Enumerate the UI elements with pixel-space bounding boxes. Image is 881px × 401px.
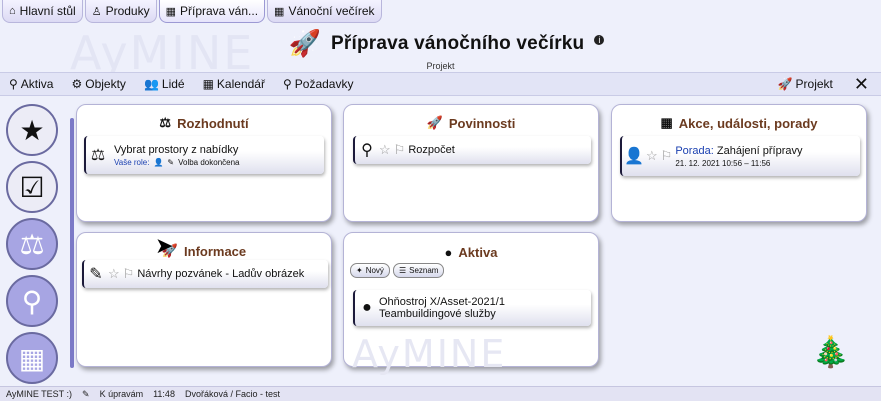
mouse-cursor-icon: ➤ [155,233,174,258]
pencil-icon: ✎ [82,388,90,399]
left-rail: ★ ☑ ⚖ ⚲ ▦ [6,104,58,389]
event-time: 21. 12. 2021 10:56 – 11:56 [675,158,771,168]
rocket-icon: 🚀 [777,77,793,91]
person-icon: 👤 [153,157,164,167]
card-duties: 🚀 Povinnosti ⚲ ☆ ⚐ Rozpočet [343,104,599,222]
rocket-icon: 🚀 [288,28,321,58]
flag-icon[interactable]: ⚐ [661,148,673,164]
bomb-icon: ● [362,299,372,316]
gavel-icon: ⚖ [90,147,106,164]
products-icon: ♙ [91,5,102,18]
card-events: ▦ Akce, události, porady 👤 ☆ ⚐ Porada: Za… [611,104,867,222]
menu-bar: ⚲ Aktiva ⚙ Objekty 👥 Lidé ▦ Kalendář ⚲ Požada… [0,72,881,96]
tab-bar: ⌂ Hlavní stůl ♙ Produky ▦ Příprava ván... ▦… [0,0,382,24]
list-icon: ☰ [398,266,407,275]
card-decisions: ⚖ Rozhodnutí ⚖ Vybrat prostory z nabídky … [76,104,332,222]
menu-item-objekty[interactable]: ⚙ Objekty [62,77,134,91]
people-icon: 👥 [143,77,159,91]
watermark-logo: AyMINE [352,332,507,376]
item-title: Ohňostroj X/Asset-2021/1 [379,296,505,308]
project-icon: ▦ [165,5,176,18]
calendar-icon[interactable]: ▦ [6,332,58,384]
menu-item-kalendar[interactable]: ▦ Kalendář [194,77,274,91]
scrollbar[interactable] [70,118,74,368]
tab-home[interactable]: ⌂ Hlavní stůl [2,0,83,23]
status-bar: AyMINE TEST :) ✎ K úpravám 11:48 Dvořáko… [0,386,881,401]
star-icon[interactable]: ☆ [108,266,120,282]
card-title: Rozhodnutí [177,115,249,131]
list-button[interactable]: ☰ Seznam [392,263,445,278]
item-title: Návrhy pozvánek - Ladův obrázek [137,268,305,280]
edit-icon: ✎ [167,157,175,167]
tab-products[interactable]: ♙ Produky [84,0,157,23]
info-icon[interactable]: i [594,34,605,45]
item-subtitle: Teambuildingové služby [379,308,496,320]
bomb-icon: ● [444,245,453,260]
star-icon[interactable]: ☆ [646,148,658,164]
christmas-decoration-icon: 🎄 [812,336,850,369]
tab-christmas-party[interactable]: ▦ Vánoční večírek [267,0,382,23]
item-title: Rozpočet [408,144,455,156]
clock-time: 11:48 [153,389,175,399]
flag-icon[interactable]: ⚐ [394,142,406,158]
calendar-icon: ▦ [202,77,214,91]
item-title: Vybrat prostory z nabídky [114,143,239,156]
rocket-icon: 🚀 [426,115,443,130]
meeting-icon: 👤 [624,148,644,165]
gavel-icon: ⚖ [159,115,172,130]
list-item[interactable]: 👤 ☆ ⚐ Porada: Zahájení přípravy 21. 12. … [620,136,860,176]
objects-icon: ⚙ [71,77,83,91]
menu-item-pozadavky[interactable]: ⚲ Požadavky [274,77,363,91]
pin-icon: ⚲ [361,142,373,159]
page-header: 🚀 Příprava vánočního večírku i Projekt [0,28,881,72]
list-item[interactable]: ⚖ Vybrat prostory z nabídky Vaše role: 👤… [84,136,324,174]
menu-item-aktiva[interactable]: ⚲ Aktiva [0,77,62,91]
tab-project-preparation[interactable]: ▦ Příprava ván... [158,0,266,23]
card-title: Informace [184,243,247,259]
add-icon: ✦ [356,266,363,275]
home-icon: ⌂ [9,5,16,17]
calendar-icon: ▦ [660,115,673,130]
document-edit-icon: ✎ [89,266,103,283]
star-badge-icon[interactable]: ★ [6,104,58,156]
list-item[interactable]: ⚲ ☆ ⚐ Rozpočet [353,136,591,164]
card-title: Povinnosti [448,115,516,131]
page-title: Příprava vánočního večírku [331,32,585,54]
role-label: Vaše role: [114,157,150,167]
item-title: Zahájení přípravy [716,144,803,157]
checkbox-icon[interactable]: ☑ [6,161,58,213]
menu-item-lide[interactable]: 👥 Lidé [135,77,194,91]
menu-item-projekt[interactable]: 🚀 Projekt [769,77,842,91]
flag-icon[interactable]: ⚐ [123,266,135,282]
card-title: Aktiva [458,245,498,260]
close-icon[interactable]: ✕ [842,74,881,95]
list-item[interactable]: ✎ ☆ ⚐ Návrhy pozvánek - Ladův obrázek [82,260,328,288]
new-asset-button[interactable]: ✦ Nový [350,263,390,278]
star-icon[interactable]: ☆ [379,142,391,158]
document-pin-icon[interactable]: ⚲ [6,275,58,327]
edit-mode[interactable]: K úpravám [100,389,144,399]
user-info: Dvořáková / Facio - test [184,389,280,399]
status-text: Volba dokončena [178,157,240,167]
card-information: 🚀 Informace ✎ ☆ ⚐ Návrhy pozvánek - Ladův… [76,232,332,367]
card-title: Akce, události, porady [678,115,818,131]
assets-icon: ⚲ [9,77,18,91]
page-subtitle: Projekt [426,61,455,71]
project-icon: ▦ [274,5,285,18]
list-item[interactable]: ● Ohňostroj X/Asset-2021/1 Teambuildingo… [353,290,591,326]
app-name: AyMINE TEST :) [6,389,73,399]
gavel-icon[interactable]: ⚖ [6,218,58,270]
event-type: Porada: [675,144,714,157]
pin-icon: ⚲ [282,77,292,91]
